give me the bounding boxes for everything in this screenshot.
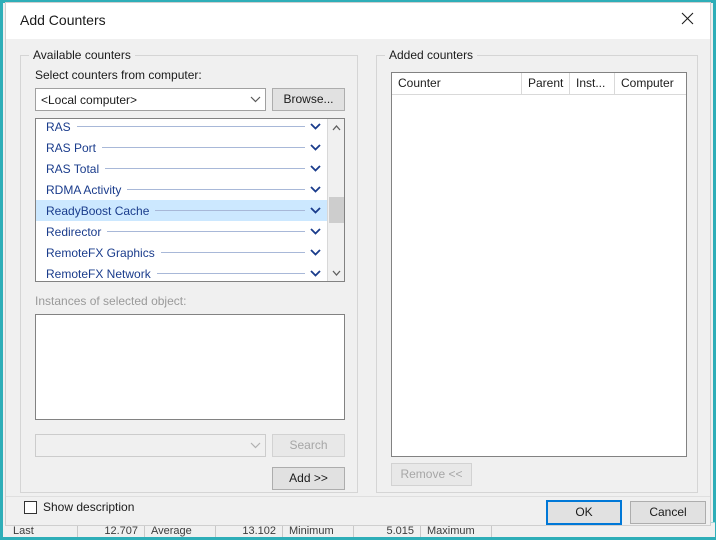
scroll-down-icon[interactable] (328, 264, 344, 281)
chevron-down-icon[interactable] (305, 207, 325, 214)
chevron-down-icon[interactable] (305, 186, 325, 193)
counter-row-label: RAS Total (46, 162, 105, 176)
chevron-down-icon (244, 435, 265, 456)
checkbox-box (24, 501, 37, 514)
chevron-down-icon[interactable] (305, 228, 325, 235)
counter-row[interactable]: RemoteFX Network (36, 263, 327, 282)
chevron-down-icon[interactable] (305, 123, 325, 130)
counter-row-label: RemoteFX Network (46, 267, 157, 281)
chevron-down-icon[interactable] (305, 144, 325, 151)
column-header-computer[interactable]: Computer (615, 73, 686, 94)
counter-row-connector (105, 168, 305, 169)
show-description-checkbox[interactable]: Show description (24, 500, 134, 514)
search-button[interactable]: Search (272, 434, 345, 457)
computer-select-value: <Local computer> (41, 93, 244, 107)
close-icon[interactable] (664, 3, 710, 33)
counter-row-label: ReadyBoost Cache (46, 204, 155, 218)
select-computer-label: Select counters from computer: (35, 68, 202, 82)
available-counters-list[interactable]: RAS RAS Port RAS Total RDMA Activity ReadyBo… (35, 118, 345, 282)
ok-button[interactable]: OK (546, 500, 622, 525)
scroll-up-icon[interactable] (328, 119, 344, 136)
show-description-label: Show description (43, 500, 134, 514)
dialog-title: Add Counters (20, 12, 106, 28)
counter-row-connector (157, 273, 305, 274)
counter-row[interactable]: RAS Total (36, 158, 327, 179)
counter-row-connector (102, 147, 305, 148)
chevron-down-icon[interactable] (305, 270, 325, 277)
counter-row-label: Redirector (46, 225, 107, 239)
column-header-counter[interactable]: Counter (392, 73, 522, 94)
counter-row-label: RDMA Activity (46, 183, 127, 197)
available-counters-group: Available counters Select counters from … (20, 55, 358, 493)
available-counters-group-label: Available counters (29, 48, 135, 62)
chevron-down-icon[interactable] (305, 249, 325, 256)
computer-select[interactable]: <Local computer> (35, 88, 266, 111)
added-counters-body (392, 95, 686, 456)
add-counters-dialog: Add Counters Available counters Select c… (5, 2, 711, 526)
instance-filter-combo[interactable] (35, 434, 266, 457)
added-counters-group: Added counters Counter Parent Inst... Co… (376, 55, 698, 493)
chevron-down-icon (244, 89, 265, 110)
counter-row-label: RemoteFX Graphics (46, 246, 161, 260)
counter-row[interactable]: RAS (36, 118, 327, 137)
available-counters-scrollbar[interactable] (327, 119, 344, 281)
instances-label: Instances of selected object: (35, 294, 186, 308)
remove-button[interactable]: Remove << (391, 463, 472, 486)
counter-row[interactable]: RDMA Activity (36, 179, 327, 200)
added-counters-header: Counter Parent Inst... Computer (392, 73, 686, 95)
instances-list[interactable] (35, 314, 345, 420)
chevron-down-icon[interactable] (305, 165, 325, 172)
column-header-parent[interactable]: Parent (522, 73, 570, 94)
added-counters-group-label: Added counters (385, 48, 477, 62)
counter-row[interactable]: ReadyBoost Cache (36, 200, 327, 221)
footer-divider (6, 496, 710, 497)
counter-row-connector (155, 210, 305, 211)
counter-row[interactable]: RAS Port (36, 137, 327, 158)
counter-row-label: RAS (46, 120, 77, 134)
counter-row-connector (127, 189, 305, 190)
counter-row-connector (161, 252, 305, 253)
counter-row[interactable]: RemoteFX Graphics (36, 242, 327, 263)
browse-button[interactable]: Browse... (272, 88, 345, 111)
counter-row[interactable]: Redirector (36, 221, 327, 242)
scrollbar-thumb[interactable] (329, 197, 344, 223)
available-counters-rows: RAS RAS Port RAS Total RDMA Activity ReadyBo… (36, 118, 327, 282)
column-header-instance[interactable]: Inst... (570, 73, 615, 94)
add-button[interactable]: Add >> (272, 467, 345, 490)
counter-row-connector (107, 231, 305, 232)
counter-row-label: RAS Port (46, 141, 102, 155)
dialog-titlebar: Add Counters (6, 3, 710, 39)
added-counters-table[interactable]: Counter Parent Inst... Computer (391, 72, 687, 457)
cancel-button[interactable]: Cancel (630, 501, 706, 524)
counter-row-connector (77, 126, 305, 127)
